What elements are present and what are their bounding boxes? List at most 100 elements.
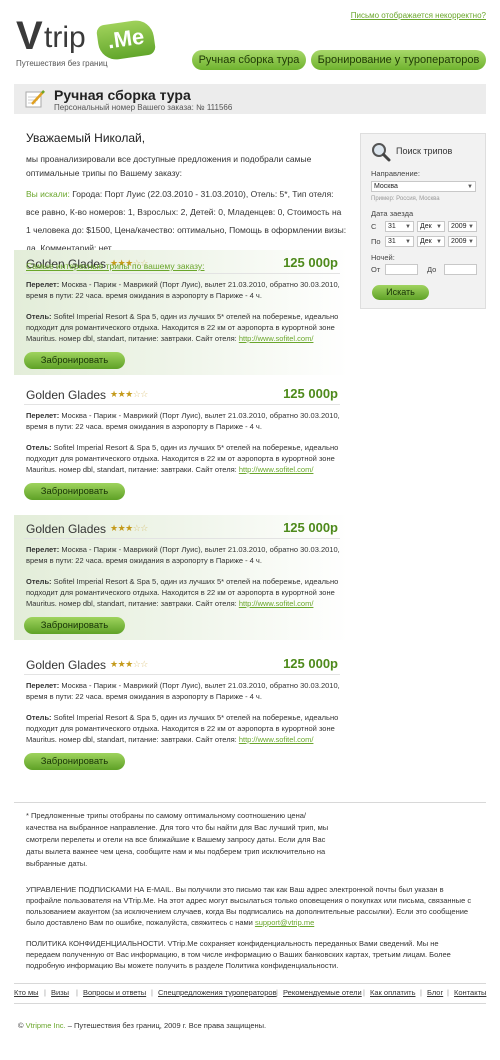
logo-letter: V: [16, 14, 43, 58]
flight-label: Перелет:: [26, 681, 60, 690]
footer-link-payment[interactable]: Как оплатить: [370, 988, 416, 997]
from-month-value: Дек: [420, 223, 432, 230]
intro-text: мы проанализировали все доступные предло…: [26, 154, 312, 178]
page-title: Ручная сборка тура: [54, 87, 191, 103]
from-year-select[interactable]: 2009 ▼: [448, 221, 477, 232]
flight-info: Перелет: Москва - Париж - Маврикий (Порт…: [26, 544, 344, 566]
footer-link-specials[interactable]: Спецпредложения туроператоров: [158, 988, 277, 997]
book-button[interactable]: Забронировать: [24, 483, 125, 500]
dropdown-arrow-icon: ▼: [436, 239, 442, 245]
hotel-label: Отель:: [26, 443, 52, 452]
book-button[interactable]: Забронировать: [24, 617, 125, 634]
dropdown-arrow-icon: ▼: [468, 239, 474, 245]
footer-link-hotels[interactable]: Рекомендуемые отели: [283, 988, 362, 997]
hotel-label: Отель:: [26, 577, 52, 586]
offer-price: 125 000р: [283, 386, 338, 401]
footer-link-contacts[interactable]: Контакты: [454, 988, 486, 997]
title-bar: Ручная сборка тура Персональный номер Ва…: [14, 84, 486, 114]
from-day-select[interactable]: 31 ▼: [385, 221, 414, 232]
star-filled-icon: ★★★: [110, 659, 133, 669]
hotel-site-link[interactable]: http://www.sofitel.com/: [239, 465, 314, 474]
nights-to-input[interactable]: [444, 264, 477, 275]
flight-text: Москва - Париж - Маврикий (Порт Луис), в…: [26, 545, 340, 565]
hotel-site-link[interactable]: http://www.sofitel.com/: [239, 599, 314, 608]
dropdown-arrow-icon: ▼: [468, 224, 474, 230]
book-button[interactable]: Забронировать: [24, 352, 125, 369]
divider: [24, 404, 340, 405]
direction-select[interactable]: Москва ▼: [371, 181, 476, 192]
greeting: Уважаемый Николай,: [26, 131, 146, 145]
book-button[interactable]: Забронировать: [24, 753, 125, 770]
offer-price: 125 000р: [283, 255, 338, 270]
flight-info: Перелет: Москва - Париж - Маврикий (Порт…: [26, 410, 344, 432]
magnifier-icon: [372, 143, 391, 162]
offer-card: Golden Glades ★★★☆☆ 125 000р Перелет: Мо…: [14, 651, 348, 776]
flight-info: Перелет: Москва - Париж - Маврикий (Порт…: [26, 680, 344, 702]
flight-info: Перелет: Москва - Париж - Маврикий (Порт…: [26, 279, 344, 301]
offer-price: 125 000р: [283, 656, 338, 671]
trip-search-panel: Поиск трипов Направление: Москва ▼ Приме…: [360, 133, 486, 309]
footer-link-visas[interactable]: Визы: [51, 988, 69, 997]
selection-note: * Предложенные трипы отобраны по самому …: [26, 811, 329, 868]
divider: [14, 1003, 486, 1004]
hotel-label: Отель:: [26, 713, 52, 722]
footer-link-blog[interactable]: Блог: [427, 988, 443, 997]
star-empty-icon: ☆☆: [132, 659, 149, 669]
offer-card: Golden Glades ★★★☆☆ 125 000р Перелет: Мо…: [14, 515, 348, 640]
offer-name: Golden Glades: [26, 388, 107, 402]
hotel-info: Отель: Sofitel Imperial Resort & Spa 5, …: [26, 442, 344, 475]
star-filled-icon: ★★★: [110, 389, 133, 399]
footer-links: Кто мы | Визы | Вопросы и ответы | Спецп…: [14, 988, 486, 1000]
dropdown-arrow-icon: ▼: [405, 239, 411, 245]
hotel-label: Отель:: [26, 312, 52, 321]
hotel-info: Отель: Sofitel Imperial Resort & Spa 5, …: [26, 712, 344, 745]
from-year-value: 2009: [451, 223, 467, 230]
search-panel-title: Поиск трипов: [396, 146, 453, 156]
separator: |: [44, 988, 46, 997]
logo[interactable]: V trip .Me Путешествия без границ: [16, 14, 157, 68]
direction-label: Направление:: [371, 169, 420, 178]
offer-price: 125 000р: [283, 520, 338, 535]
search-button[interactable]: Искать: [372, 285, 429, 300]
separator: |: [420, 988, 422, 997]
hotel-site-link[interactable]: http://www.sofitel.com/: [239, 334, 314, 343]
to-month-value: Дек: [420, 238, 432, 245]
dropdown-arrow-icon: ▼: [467, 184, 473, 190]
footer-link-faq[interactable]: Вопросы и ответы: [83, 988, 146, 997]
direction-hint: Пример: Россия, Москва: [371, 196, 440, 202]
rating-stars: ★★★☆☆: [110, 659, 148, 670]
date-label: Дата заезда: [371, 209, 414, 218]
dropdown-arrow-icon: ▼: [436, 224, 442, 230]
nights-from-input[interactable]: [385, 264, 418, 275]
subscription-management: УПРАВЛЕНИЕ ПОДПИСКАМИ НА E-MAIL. Вы полу…: [26, 884, 474, 928]
copyright-text: – Путешествия без границ, 2009 г. Все пр…: [65, 1021, 267, 1030]
star-empty-icon: ☆☆: [132, 389, 149, 399]
privacy-policy: ПОЛИТИКА КОНФИДЕНЦИАЛЬНОСТИ. VTrip.Me со…: [26, 939, 451, 970]
to-year-select[interactable]: 2009 ▼: [448, 236, 477, 247]
support-email-link[interactable]: support@vtrip.me: [255, 918, 314, 927]
company-link[interactable]: Vtripme Inc.: [26, 1021, 66, 1030]
to-month-select[interactable]: Дек ▼: [417, 236, 445, 247]
nights-from-label: От: [371, 265, 381, 274]
search-summary: Вы искали: Города: Порт Луис (22.03.2010…: [26, 185, 348, 257]
favorites-link[interactable]: Самые интересные трипы по вашему заказу:: [26, 261, 205, 271]
from-month-select[interactable]: Дек ▼: [417, 221, 445, 232]
to-day-select[interactable]: 31 ▼: [385, 236, 414, 247]
footer-link-about[interactable]: Кто мы: [14, 988, 39, 997]
nights-label: Ночей:: [371, 253, 395, 262]
to-year-value: 2009: [451, 238, 467, 245]
search-summary-label: Вы искали:: [26, 189, 70, 199]
to-day-value: 31: [388, 238, 396, 245]
separator: |: [363, 988, 365, 997]
hotel-info: Отель: Sofitel Imperial Resort & Spa 5, …: [26, 576, 344, 609]
operator-booking-button[interactable]: Бронирование у туроператоров: [311, 50, 486, 70]
divider: [24, 273, 340, 274]
flight-label: Перелет:: [26, 545, 60, 554]
manual-tour-button[interactable]: Ручная сборка тура: [192, 50, 306, 70]
offer-card: Golden Glades ★★★☆☆ 125 000р Перелет: Мо…: [14, 381, 348, 506]
flight-label: Перелет:: [26, 411, 60, 420]
hotel-site-link[interactable]: http://www.sofitel.com/: [239, 735, 314, 744]
divider: [14, 983, 486, 984]
display-problem-link[interactable]: Письмо отображается некорректно?: [351, 11, 486, 20]
star-empty-icon: ☆☆: [132, 523, 149, 533]
